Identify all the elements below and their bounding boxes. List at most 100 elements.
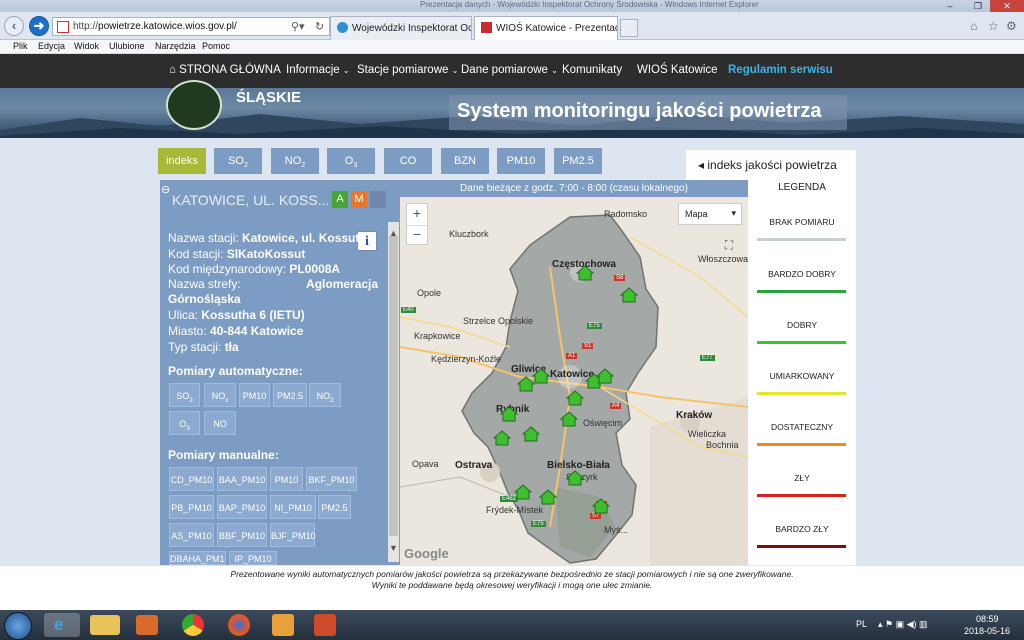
address-url[interactable]: http://powietrze.katowice.wios.gov.pl/: [73, 21, 237, 32]
page-title: System monitoringu jakości powietrza: [449, 95, 847, 130]
powerpoint-icon[interactable]: [314, 614, 336, 636]
auto-measurement-button[interactable]: PM2.5: [273, 383, 307, 407]
station-field-value: PL0008A: [289, 262, 341, 276]
nav-regulamin[interactable]: Regulamin serwisu: [728, 64, 833, 76]
manual-measurement-button[interactable]: PB_PM10: [169, 495, 214, 519]
menu-pomoc[interactable]: Pomoc: [202, 41, 230, 51]
station-marker-icon[interactable]: [514, 484, 532, 500]
tab-pm25[interactable]: PM2.5: [554, 148, 602, 174]
auto-measurement-button[interactable]: NO2: [309, 383, 341, 407]
tab-wios-prezentacja[interactable]: WIOŚ Katowice - Prezentacj...×: [474, 16, 618, 40]
station-marker-icon[interactable]: [566, 390, 584, 406]
start-button[interactable]: [4, 612, 32, 640]
tab-bzn[interactable]: BZN: [441, 148, 489, 174]
manual-measurement-button[interactable]: AS_PM10: [169, 523, 214, 547]
tab-co[interactable]: CO: [384, 148, 432, 174]
map-view[interactable]: [400, 197, 748, 565]
map-type-select[interactable]: Mapa ▾: [678, 203, 742, 225]
menu-edycja[interactable]: Edycja: [38, 41, 65, 51]
station-marker-icon[interactable]: [493, 430, 511, 446]
manual-measurement-button[interactable]: BAP_PM10: [217, 495, 267, 519]
manual-measurement-button[interactable]: BJF_PM10: [270, 523, 316, 547]
ie-taskbar-icon[interactable]: e: [44, 613, 80, 637]
refresh-icon[interactable]: ↻: [315, 20, 324, 33]
badge-other[interactable]: [370, 191, 386, 208]
search-icon[interactable]: ⚲▾: [291, 20, 305, 33]
menu-ulubione[interactable]: Ulubione: [109, 41, 145, 51]
badge-manual[interactable]: M: [351, 191, 367, 208]
media-player-icon[interactable]: [136, 615, 158, 635]
scroll-up-icon[interactable]: ▲: [388, 228, 399, 238]
tab-o3[interactable]: O3: [327, 148, 375, 174]
station-marker-icon[interactable]: [522, 426, 540, 442]
manual-measurement-button[interactable]: NI_PM10: [270, 495, 316, 519]
nav-informacje[interactable]: Informacje ⌄: [286, 64, 350, 76]
minimize-button[interactable]: –: [936, 0, 964, 12]
station-marker-icon[interactable]: [592, 498, 610, 514]
new-tab-button[interactable]: [620, 19, 638, 37]
auto-measurement-button[interactable]: O3: [169, 411, 200, 435]
auto-measurement-button[interactable]: PM10: [239, 383, 270, 407]
forward-button[interactable]: ➜: [29, 16, 49, 36]
back-circle-icon[interactable]: ⊖: [161, 183, 170, 196]
settings-gear-icon[interactable]: ⚙: [1006, 19, 1017, 33]
scroll-down-icon[interactable]: ▼: [388, 543, 399, 553]
station-marker-icon[interactable]: [576, 265, 594, 281]
tab-so2[interactable]: SO2: [214, 148, 262, 174]
firefox-icon[interactable]: [228, 614, 250, 636]
index-panel-toggle[interactable]: ◂ indeks jakości powietrza: [686, 150, 856, 180]
tab-indeks[interactable]: indeks: [158, 148, 206, 174]
station-marker-icon[interactable]: [560, 411, 578, 427]
station-panel-scrollbar[interactable]: [388, 222, 399, 562]
tray-icons[interactable]: ▴ ⚑ ▣ ◀) ▥: [878, 619, 928, 630]
manual-measurement-button[interactable]: CD_PM10: [169, 467, 214, 491]
manual-measurement-button[interactable]: BAA_PM10: [217, 467, 267, 491]
home-icon[interactable]: ⌂: [970, 19, 977, 33]
nav-komunikaty[interactable]: Komunikaty: [562, 64, 622, 76]
chrome-icon[interactable]: [182, 614, 204, 636]
favorites-icon[interactable]: ☆: [988, 19, 999, 33]
address-bar[interactable]: http://powietrze.katowice.wios.gov.pl/ ⚲…: [52, 17, 330, 36]
badge-automatic[interactable]: A: [332, 191, 348, 208]
auto-measurement-button[interactable]: NOx: [204, 383, 236, 407]
map-city-label: Kędzierzyn-Koźle: [431, 354, 502, 364]
scrollbar-thumb[interactable]: [389, 236, 398, 536]
tab-pm10[interactable]: PM10: [497, 148, 545, 174]
nav-wios[interactable]: WIOŚ Katowice: [637, 64, 718, 76]
auto-measurement-button[interactable]: NO: [204, 411, 236, 435]
outlook-icon[interactable]: [272, 614, 294, 636]
manual-measurement-button[interactable]: BBF_PM10: [217, 523, 267, 547]
menu-plik[interactable]: Plik: [13, 41, 28, 51]
language-indicator[interactable]: PL: [856, 619, 867, 629]
auto-measurement-button[interactable]: SO2: [169, 383, 200, 407]
zoom-out-button[interactable]: −: [407, 225, 427, 242]
region-logo[interactable]: [166, 80, 222, 130]
nav-stacje[interactable]: Stacje pomiarowe ⌄: [357, 64, 458, 76]
tab-wios-main[interactable]: Wojewódzki Inspektorat Ochro...: [330, 16, 472, 40]
nav-home[interactable]: ⌂ STRONA GŁÓWNA: [169, 64, 281, 76]
zoom-in-button[interactable]: +: [407, 205, 427, 221]
back-button[interactable]: ‹: [4, 16, 24, 36]
station-marker-icon[interactable]: [566, 470, 584, 486]
menu-narzedzia[interactable]: Narzędzia: [155, 41, 196, 51]
address-row: ‹ ➜ http://powietrze.katowice.wios.gov.p…: [0, 12, 1024, 40]
station-marker-icon[interactable]: [532, 368, 550, 384]
manual-measurement-button[interactable]: PM2.5: [318, 495, 351, 519]
menu-widok[interactable]: Widok: [74, 41, 99, 51]
nav-dane[interactable]: Dane pomiarowe ⌄: [461, 64, 558, 76]
close-button[interactable]: ✕: [990, 0, 1024, 12]
station-marker-icon[interactable]: [596, 368, 614, 384]
manual-measurement-button[interactable]: PM10: [270, 467, 303, 491]
clock-date[interactable]: 2018-05-16: [964, 626, 1010, 636]
manual-measurement-button[interactable]: DBAHA_PM10: [169, 551, 226, 565]
maximize-button[interactable]: ❐: [964, 0, 992, 12]
folder-icon[interactable]: [90, 615, 120, 635]
station-marker-icon[interactable]: [539, 489, 557, 505]
clock-time[interactable]: 08:59: [976, 614, 999, 624]
tab-no2[interactable]: NO2: [271, 148, 319, 174]
station-marker-icon[interactable]: [620, 287, 638, 303]
fullscreen-icon[interactable]: ⛶: [719, 238, 739, 258]
manual-measurement-button[interactable]: IP_PM10: [229, 551, 277, 565]
station-marker-icon[interactable]: [500, 406, 518, 422]
manual-measurement-button[interactable]: BKF_PM10: [306, 467, 357, 491]
